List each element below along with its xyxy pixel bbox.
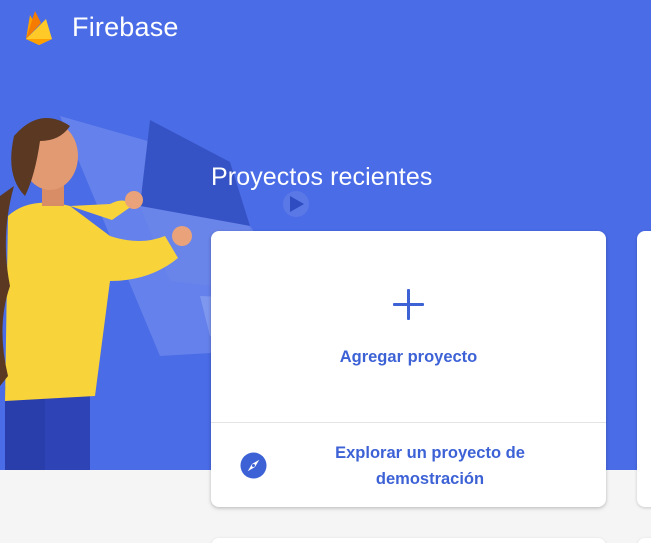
new-project-card: Agregar proyecto Explorar un proyecto de…: [211, 231, 606, 507]
lower-project-card-right[interactable]: [637, 538, 651, 543]
plus-icon: [393, 289, 425, 321]
next-project-card[interactable]: [637, 231, 651, 507]
add-project-label: Agregar proyecto: [339, 348, 478, 366]
section-title: Proyectos recientes: [211, 163, 433, 191]
compass-icon: [240, 452, 267, 479]
add-project-button[interactable]: Agregar proyecto: [211, 231, 606, 422]
top-bar: Firebase: [0, 0, 651, 58]
explore-demo-label: Explorar un proyecto de demostración: [335, 444, 525, 488]
explore-demo-project-button[interactable]: Explorar un proyecto de demostración: [211, 423, 606, 507]
firebase-flame-icon: [26, 11, 52, 45]
brand-name[interactable]: Firebase: [72, 12, 179, 43]
lower-project-card[interactable]: [211, 538, 606, 543]
